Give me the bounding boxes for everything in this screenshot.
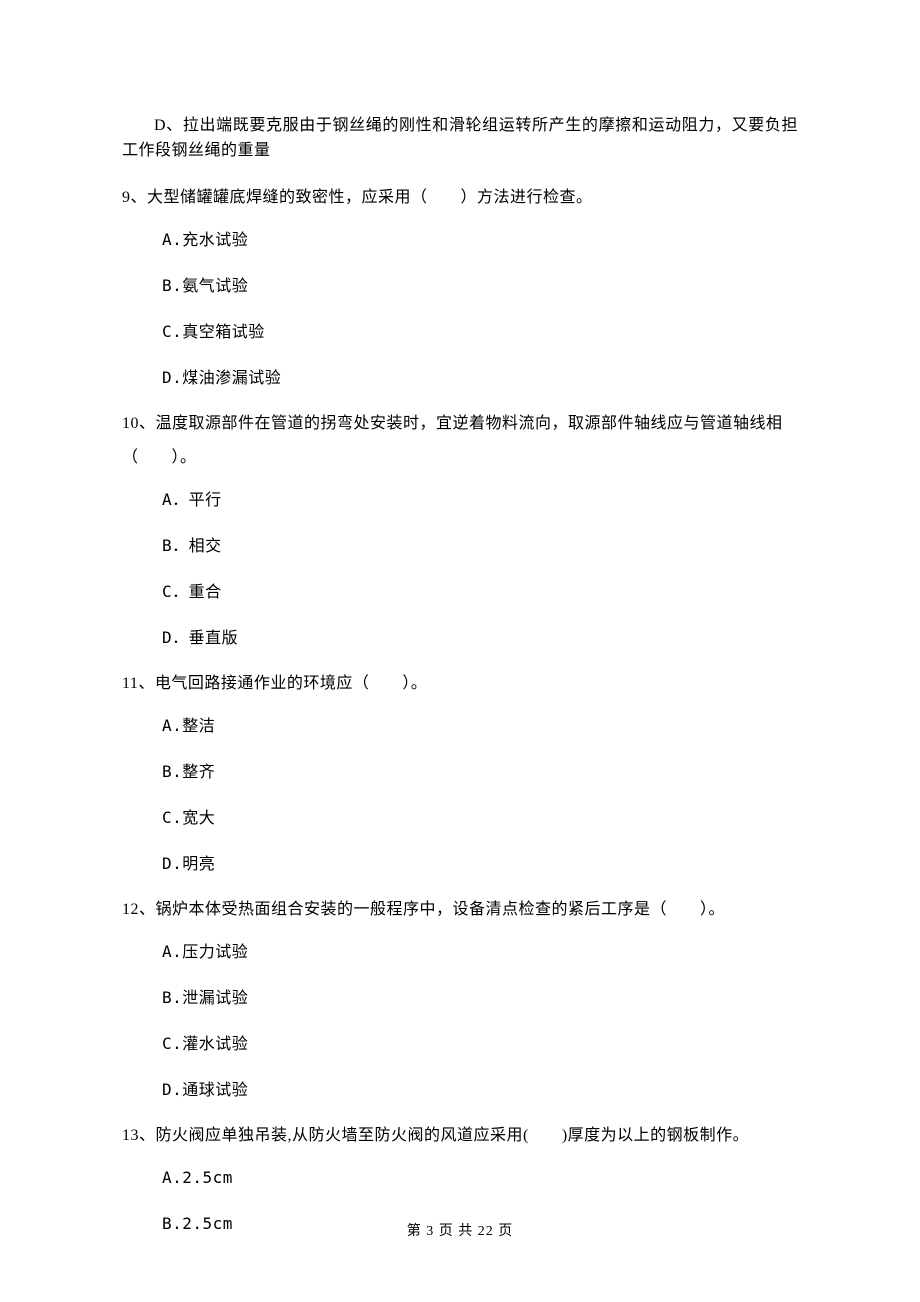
option-10d: D．垂直版 (122, 626, 798, 650)
option-13a: A.2.5cm (122, 1166, 798, 1190)
question-11-options: A.整洁 B.整齐 C.宽大 D.明亮 (122, 714, 798, 876)
question-10-stem-line2: （ ）。 (122, 446, 798, 470)
option-11b: B.整齐 (122, 760, 798, 784)
question-9-options: A.充水试验 B.氨气试验 C.真空箱试验 D.煤油渗漏试验 (122, 228, 798, 390)
option-11c: C.宽大 (122, 806, 798, 830)
option-9d: D.煤油渗漏试验 (122, 366, 798, 390)
question-9-stem: 9、大型储罐罐底焊缝的致密性，应采用（ ）方法进行检查。 (122, 186, 798, 210)
previous-option-d: D、拉出端既要克服由于钢丝绳的刚性和滑轮组运转所产生的摩擦和运动阻力，又要负担工… (122, 114, 798, 164)
option-11d: D.明亮 (122, 852, 798, 876)
option-9b: B.氨气试验 (122, 274, 798, 298)
question-12-stem: 12、锅炉本体受热面组合安装的一般程序中，设备清点检查的紧后工序是（ ）。 (122, 898, 798, 922)
option-10b: B．相交 (122, 534, 798, 558)
option-10c: C．重合 (122, 580, 798, 604)
option-12b: B.泄漏试验 (122, 986, 798, 1010)
question-12-options: A.压力试验 B.泄漏试验 C.灌水试验 D.通球试验 (122, 940, 798, 1102)
question-10-stem-line1: 10、温度取源部件在管道的拐弯处安装时，宜逆着物料流向，取源部件轴线应与管道轴线… (122, 412, 798, 436)
option-12a: A.压力试验 (122, 940, 798, 964)
question-13-stem: 13、防火阀应单独吊装,从防火墙至防火阀的风道应采用( )厚度为以上的钢板制作。 (122, 1124, 798, 1148)
page-footer: 第 3 页 共 22 页 (0, 1220, 920, 1240)
option-11a: A.整洁 (122, 714, 798, 738)
option-9c: C.真空箱试验 (122, 320, 798, 344)
option-10a: A．平行 (122, 488, 798, 512)
option-12c: C.灌水试验 (122, 1032, 798, 1056)
option-9a: A.充水试验 (122, 228, 798, 252)
document-page: D、拉出端既要克服由于钢丝绳的刚性和滑轮组运转所产生的摩擦和运动阻力，又要负担工… (0, 0, 920, 1236)
question-10-options: A．平行 B．相交 C．重合 D．垂直版 (122, 488, 798, 650)
question-11-stem: 11、电气回路接通作业的环境应（ ）。 (122, 672, 798, 696)
option-12d: D.通球试验 (122, 1078, 798, 1102)
